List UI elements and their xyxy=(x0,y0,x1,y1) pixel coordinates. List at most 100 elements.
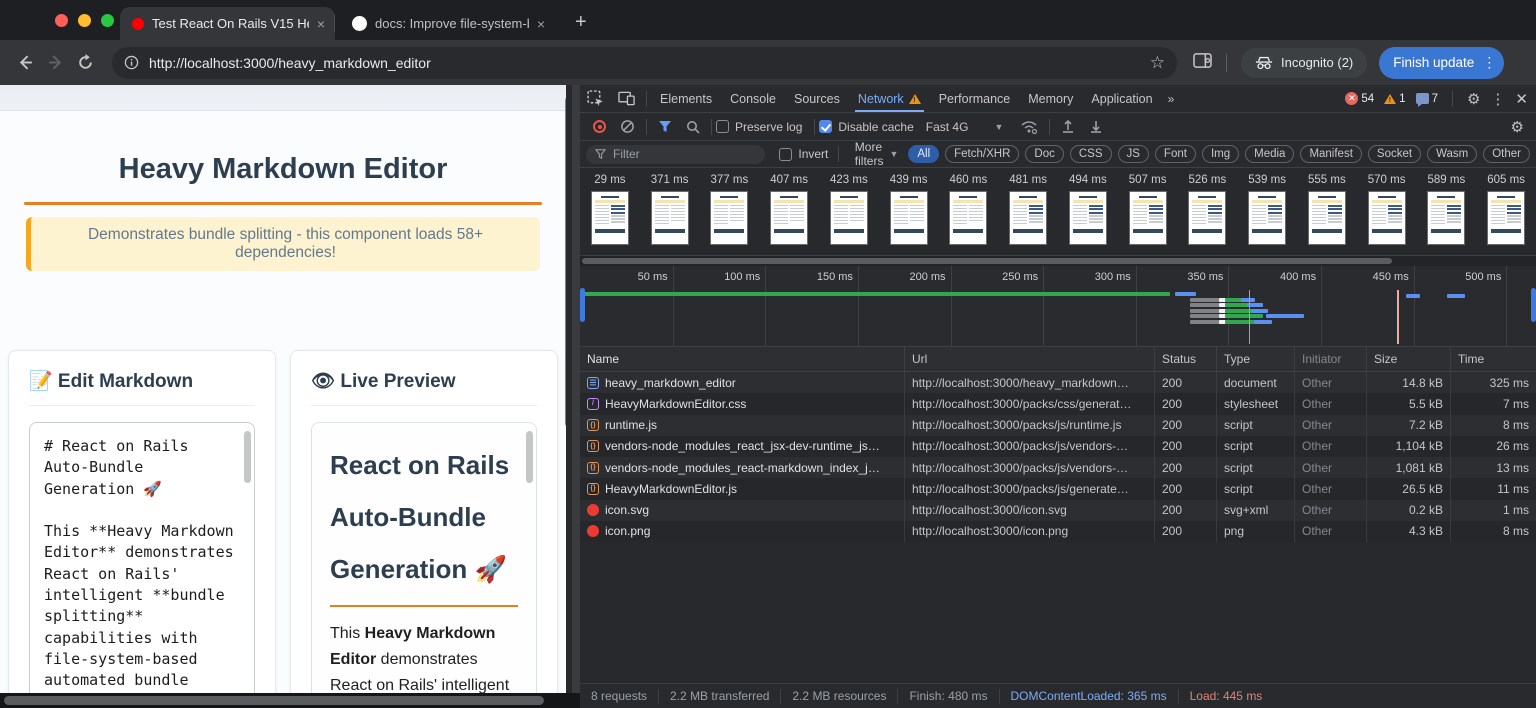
column-header-url[interactable]: Url xyxy=(905,347,1155,371)
filter-pill-fetchxhr[interactable]: Fetch/XHR xyxy=(945,145,1019,163)
column-header-type[interactable]: Type xyxy=(1217,347,1295,371)
cell-name[interactable]: {}vendors-node_modules_react-markdown_in… xyxy=(580,457,905,478)
filmstrip-frame[interactable]: 494 ms xyxy=(1058,168,1118,255)
page-horizontal-scrollbar[interactable] xyxy=(0,693,580,708)
table-row[interactable]: icon.pnghttp://localhost:3000/icon.png20… xyxy=(580,521,1536,542)
devtools-menu-icon[interactable]: ⋮ xyxy=(1490,90,1505,108)
filter-pill-other[interactable]: Other xyxy=(1483,145,1530,163)
filmstrip-frame[interactable]: 407 ms xyxy=(759,168,819,255)
markdown-source-text[interactable]: # React on Rails Auto-Bundle Generation … xyxy=(44,436,241,708)
devtools-tab-application[interactable]: Application xyxy=(1082,85,1161,112)
table-row[interactable]: {}HeavyMarkdownEditor.jshttp://localhost… xyxy=(580,478,1536,499)
cell-name[interactable]: heavy_markdown_editor xyxy=(580,372,905,393)
devtools-tab-network[interactable]: Network xyxy=(849,85,930,112)
filter-pill-js[interactable]: JS xyxy=(1118,145,1149,163)
reload-button[interactable] xyxy=(70,54,100,72)
clear-network-log-icon[interactable] xyxy=(613,119,642,134)
forward-button[interactable] xyxy=(40,54,70,72)
cell-name[interactable]: /HeavyMarkdownEditor.css xyxy=(580,393,905,414)
cell-name[interactable]: {}HeavyMarkdownEditor.js xyxy=(580,478,905,499)
filmstrip-frame[interactable]: 507 ms xyxy=(1118,168,1178,255)
page-scrollbar[interactable] xyxy=(565,97,566,427)
column-header-name[interactable]: Name xyxy=(580,347,905,371)
record-network-log-icon[interactable] xyxy=(586,120,613,133)
filter-pill-media[interactable]: Media xyxy=(1245,145,1294,163)
filter-pill-font[interactable]: Font xyxy=(1155,145,1196,163)
markdown-textarea[interactable]: # React on Rails Auto-Bundle Generation … xyxy=(29,422,255,708)
table-row[interactable]: {}runtime.jshttp://localhost:3000/packs/… xyxy=(580,415,1536,436)
cell-name[interactable]: icon.svg xyxy=(580,500,905,521)
filmstrip-frame[interactable]: 570 ms xyxy=(1357,168,1417,255)
devtools-tab-sources[interactable]: Sources xyxy=(785,85,849,112)
filmstrip-frame[interactable]: 526 ms xyxy=(1178,168,1238,255)
table-row[interactable]: /HeavyMarkdownEditor.csshttp://localhost… xyxy=(580,393,1536,414)
filmstrip-frame[interactable]: 605 ms xyxy=(1476,168,1536,255)
column-header-size[interactable]: Size xyxy=(1367,347,1451,371)
filmstrip-frame[interactable]: 539 ms xyxy=(1237,168,1297,255)
filter-pill-all[interactable]: All xyxy=(908,145,939,163)
overview-left-handle[interactable] xyxy=(580,288,585,322)
filter-pill-wasm[interactable]: Wasm xyxy=(1427,145,1477,163)
update-menu-icon[interactable]: ⋮ xyxy=(1482,54,1496,71)
filter-pill-doc[interactable]: Doc xyxy=(1025,145,1063,163)
filmstrip-frame[interactable]: 589 ms xyxy=(1417,168,1477,255)
network-settings-gear-icon[interactable]: ⚙ xyxy=(1511,118,1530,136)
device-toolbar-icon[interactable] xyxy=(611,91,642,106)
filmstrip-frame[interactable]: 371 ms xyxy=(640,168,700,255)
preserve-log-checkbox[interactable] xyxy=(716,120,729,133)
minimize-window-button[interactable] xyxy=(78,14,91,27)
incognito-badge[interactable]: Incognito (2) xyxy=(1241,48,1367,78)
column-header-status[interactable]: Status xyxy=(1155,347,1217,371)
tab-close-icon[interactable]: × xyxy=(537,16,545,32)
import-har-icon[interactable] xyxy=(1054,119,1082,134)
devtools-tab-elements[interactable]: Elements xyxy=(651,85,721,112)
back-button[interactable] xyxy=(10,54,40,72)
issues-badge[interactable]: 7 xyxy=(1416,93,1438,105)
maximize-window-button[interactable] xyxy=(101,14,114,27)
filmstrip-frame[interactable]: 555 ms xyxy=(1297,168,1357,255)
cell-name[interactable]: {}runtime.js xyxy=(580,415,905,436)
browser-tab-active[interactable]: Test React On Rails V15 Hello × xyxy=(120,7,335,40)
site-info-icon[interactable] xyxy=(124,55,139,70)
cell-name[interactable]: {}vendors-node_modules_react_jsx-dev-run… xyxy=(580,436,905,457)
warning-badge[interactable]: 1 xyxy=(1384,93,1405,105)
column-header-time[interactable]: Time xyxy=(1451,347,1536,371)
devtools-tab-memory[interactable]: Memory xyxy=(1019,85,1082,112)
devtools-close-icon[interactable]: ✕ xyxy=(1515,90,1528,108)
filter-pill-manifest[interactable]: Manifest xyxy=(1300,145,1361,163)
filmstrip-frame[interactable]: 460 ms xyxy=(939,168,999,255)
filter-pill-css[interactable]: CSS xyxy=(1070,145,1112,163)
finish-update-button[interactable]: Finish update ⋮ xyxy=(1379,47,1504,79)
url-text[interactable]: http://localhost:3000/heavy_markdown_edi… xyxy=(149,55,1150,71)
settings-gear-icon[interactable]: ⚙ xyxy=(1467,90,1480,108)
filmstrip-frame[interactable]: 377 ms xyxy=(700,168,760,255)
devtools-divider[interactable] xyxy=(572,85,580,708)
filter-pill-img[interactable]: Img xyxy=(1202,145,1239,163)
side-panel-icon[interactable] xyxy=(1193,52,1212,74)
table-row[interactable]: {}vendors-node_modules_react-markdown_in… xyxy=(580,457,1536,478)
more-panels-chevron[interactable]: » xyxy=(1162,92,1181,106)
throttling-dropdown[interactable]: Fast 4G ▼ xyxy=(926,120,1004,134)
network-conditions-icon[interactable] xyxy=(1013,120,1045,134)
more-filters-dropdown[interactable]: More filters ▼ xyxy=(855,140,899,168)
error-badge[interactable]: ✕54 xyxy=(1345,92,1374,105)
export-har-icon[interactable] xyxy=(1082,119,1110,134)
browser-tab-inactive[interactable]: docs: Improve file-system-ba × xyxy=(340,7,555,40)
tab-close-icon[interactable]: × xyxy=(317,16,325,32)
table-row[interactable]: {}vendors-node_modules_react_jsx-dev-run… xyxy=(580,436,1536,457)
inspect-element-icon[interactable] xyxy=(580,90,611,107)
filmstrip-scrollbar[interactable] xyxy=(580,256,1536,266)
textarea-scrollbar[interactable] xyxy=(244,431,251,483)
filmstrip-frame[interactable]: 423 ms xyxy=(819,168,879,255)
filter-funnel-icon[interactable] xyxy=(651,120,679,133)
new-tab-button[interactable]: + xyxy=(575,12,587,32)
invert-checkbox[interactable] xyxy=(779,148,792,161)
table-row[interactable]: icon.svghttp://localhost:3000/icon.svg20… xyxy=(580,500,1536,521)
devtools-tab-console[interactable]: Console xyxy=(721,85,785,112)
filter-pill-socket[interactable]: Socket xyxy=(1368,145,1421,163)
table-row[interactable]: heavy_markdown_editorhttp://localhost:30… xyxy=(580,372,1536,393)
filmstrip-frame[interactable]: 439 ms xyxy=(879,168,939,255)
network-overview-waterfall[interactable]: 50 ms100 ms150 ms200 ms250 ms300 ms350 m… xyxy=(580,266,1536,347)
column-header-initiator[interactable]: Initiator xyxy=(1295,347,1367,371)
cell-name[interactable]: icon.png xyxy=(580,521,905,542)
